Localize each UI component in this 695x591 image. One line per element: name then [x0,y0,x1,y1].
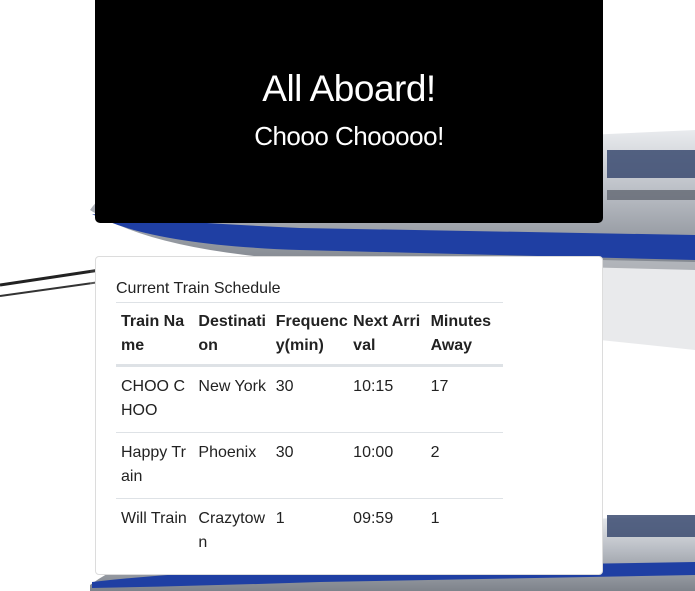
page-subtitle: Chooo Chooooo! [254,121,444,151]
column-header-destination: Destination [193,302,271,367]
frequency-cell: 1 [275,510,285,527]
table-row: Will Train Crazytown 1 09:59 1 [116,499,503,565]
page-title: All Aboard! [262,68,436,109]
column-header-train-name: Train Name [116,302,194,367]
next-arrival-cell: 09:59 [353,510,394,527]
frequency-cell: 30 [270,432,349,499]
page: All Aboard! Chooo Chooooo! Current Train… [0,0,695,591]
minutes-away-cell: 17 [425,365,503,433]
table-row: Happy Train Phoenix 30 10:00 2 [116,432,503,499]
column-header-next-arrival: Next Arrival [348,302,426,367]
schedule-table: Train Name Destination Frequency(min) Ne… [116,302,503,564]
frequency-cell: 30 [270,365,349,433]
next-arrival-cell: 10:00 [348,432,426,499]
train-name-cell: CHOO CHOO [116,365,194,433]
destination-cell: New York [193,365,271,433]
schedule-panel: Current Train Schedule Train Name Destin… [95,256,603,575]
next-arrival-cell: 10:15 [348,365,426,433]
train-name-cell: Will Train [121,510,187,527]
column-header-minutes-away: Minutes Away [425,302,503,367]
train-name-cell: Happy Train [116,432,194,499]
destination-cell: Crazytown [198,510,266,551]
table-row: CHOO CHOO New York 30 10:15 17 [116,365,503,433]
minutes-away-cell: 1 [430,510,440,527]
table-header-row: Train Name Destination Frequency(min) Ne… [116,302,503,367]
schedule-heading: Current Train Schedule [116,280,281,297]
column-header-frequency: Frequency(min) [270,302,349,367]
destination-cell: Phoenix [193,432,271,499]
minutes-away-cell: 2 [425,432,503,499]
header-banner: All Aboard! Chooo Chooooo! [95,0,603,223]
